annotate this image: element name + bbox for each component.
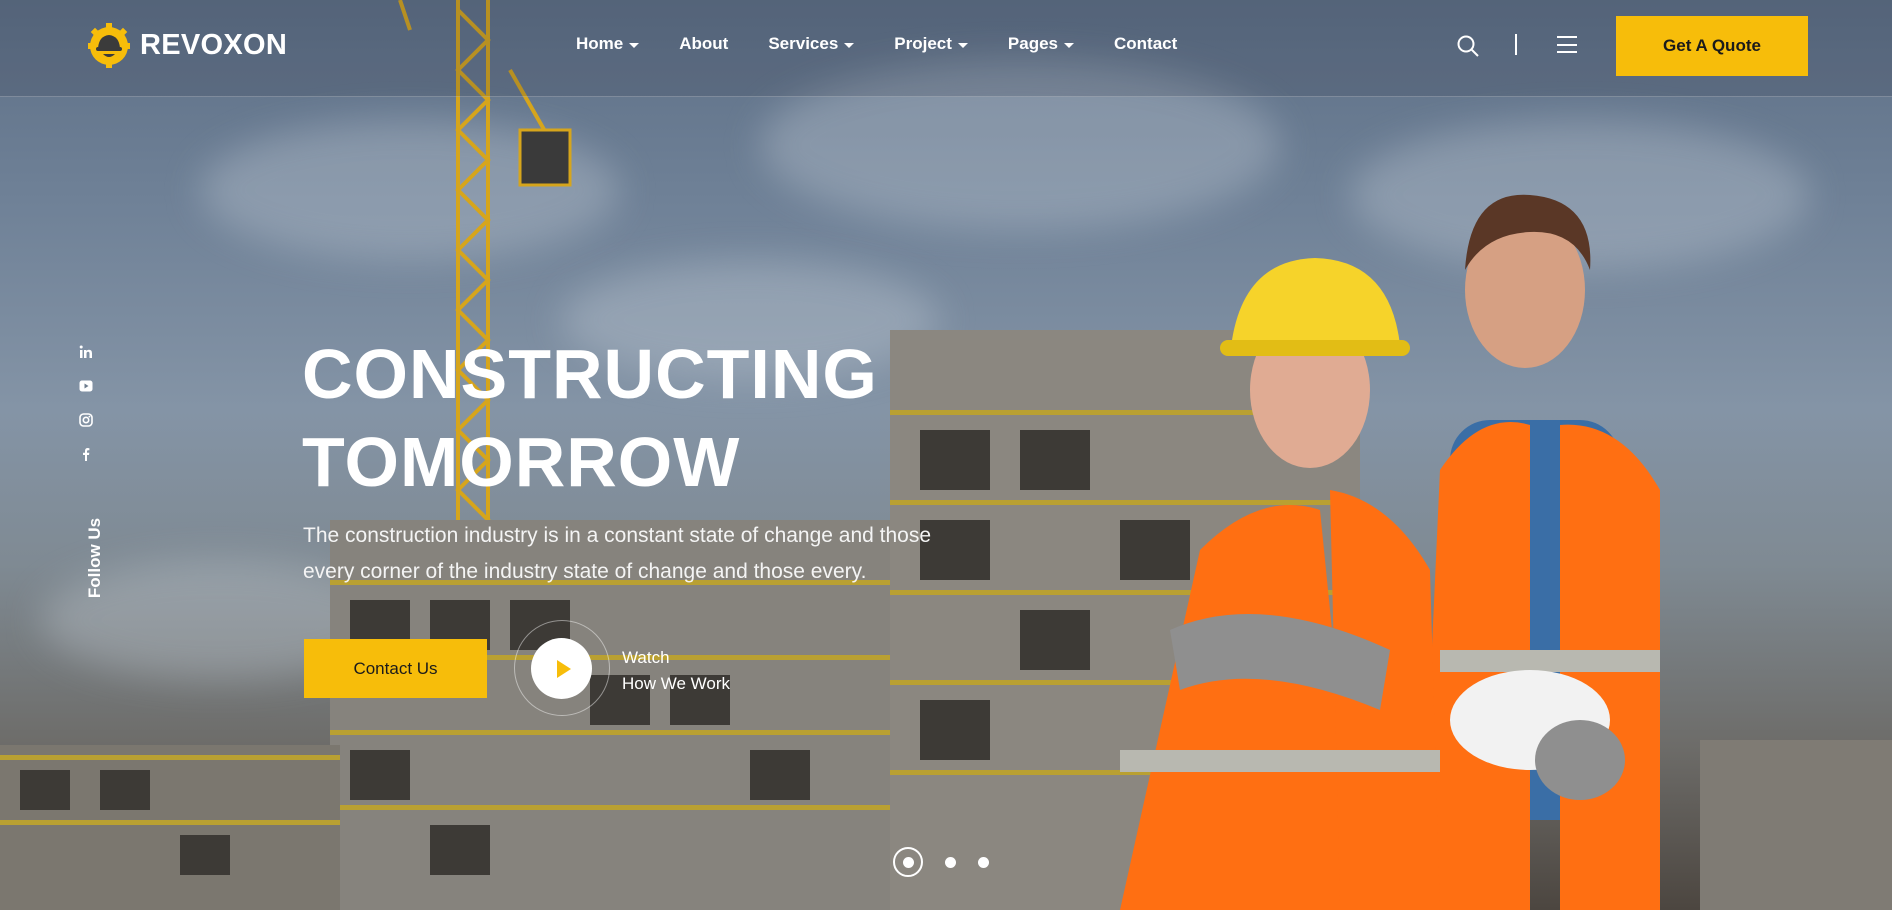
- nav-about-label: About: [679, 34, 729, 53]
- linkedin-icon[interactable]: [78, 344, 94, 360]
- hero-title-line-1: CONSTRUCTING: [302, 335, 878, 413]
- header-divider: [1515, 34, 1517, 55]
- workers-image: [1120, 194, 1660, 910]
- slider-dot-3[interactable]: [978, 856, 989, 868]
- chevron-down-icon: [1064, 42, 1075, 48]
- slider-dot-1[interactable]: [893, 847, 923, 877]
- slider-dot-2[interactable]: [945, 856, 956, 868]
- hero-description-line-1: The construction industry is in a consta…: [303, 524, 932, 547]
- get-a-quote-button[interactable]: Get A Quote: [1616, 16, 1808, 76]
- facebook-icon[interactable]: [78, 446, 94, 462]
- nav-pages[interactable]: Pages: [1007, 34, 1075, 54]
- nav-home[interactable]: Home: [576, 34, 640, 54]
- nav-project[interactable]: Project: [894, 34, 968, 54]
- instagram-icon[interactable]: [78, 412, 94, 428]
- main-nav: Home About Services Project Pages Contac…: [576, 34, 1177, 54]
- watch-label-line-2: How We Work: [622, 674, 731, 693]
- youtube-icon[interactable]: [78, 378, 94, 394]
- slider-pagination: [893, 847, 989, 877]
- hero-description: The construction industry is in a consta…: [303, 518, 943, 590]
- play-icon: [556, 659, 571, 678]
- hero-title-line-2: TOMORROW: [302, 423, 741, 501]
- hero-title: CONSTRUCTING TOMORROW: [302, 330, 878, 506]
- hero-description-line-2: every corner of the industry state of ch…: [303, 560, 867, 583]
- nav-contact[interactable]: Contact: [1114, 34, 1177, 54]
- nav-contact-label: Contact: [1114, 34, 1178, 53]
- nav-services-label: Services: [768, 34, 839, 53]
- contact-us-button[interactable]: Contact Us: [304, 639, 487, 698]
- logo-helmet-icon: [88, 22, 130, 68]
- hero-background: [0, 0, 1892, 910]
- social-links: [78, 344, 94, 462]
- watch-label-line-1: Watch: [622, 648, 670, 667]
- watch-video-link[interactable]: Watch How We Work: [622, 645, 730, 697]
- logo[interactable]: REVOXON: [88, 22, 287, 68]
- chevron-down-icon: [629, 42, 640, 48]
- nav-about[interactable]: About: [679, 34, 728, 54]
- nav-project-label: Project: [894, 34, 952, 53]
- hamburger-menu-icon[interactable]: [1557, 36, 1577, 53]
- chevron-down-icon: [957, 42, 968, 48]
- site-header: REVOXON Home About Services Project Page…: [0, 0, 1892, 97]
- play-video-button[interactable]: [531, 638, 592, 699]
- brand-name: REVOXON: [140, 28, 288, 61]
- chevron-down-icon: [844, 42, 855, 48]
- nav-services[interactable]: Services: [768, 34, 855, 54]
- nav-home-label: Home: [576, 34, 624, 53]
- search-icon[interactable]: [1456, 34, 1480, 58]
- nav-pages-label: Pages: [1007, 34, 1059, 53]
- follow-us-label: Follow Us: [85, 517, 104, 599]
- slider-dot-1-inner: [902, 856, 914, 868]
